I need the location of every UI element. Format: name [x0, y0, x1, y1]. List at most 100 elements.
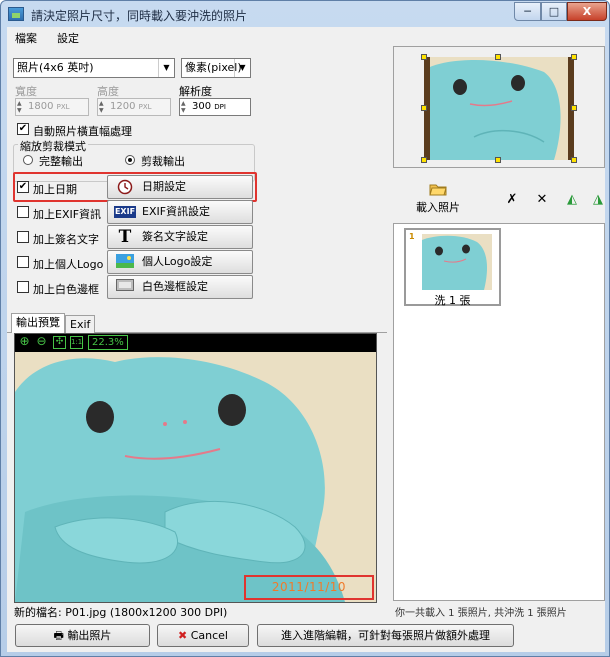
- exif-settings-button[interactable]: EXIF EXIF資訊設定: [107, 200, 253, 224]
- width-spinner[interactable]: ▲ ▼ 1800 PXL: [15, 98, 89, 116]
- height-label: 高度: [97, 85, 119, 98]
- cancel-label: Cancel: [190, 629, 228, 642]
- maximize-button[interactable]: □: [541, 2, 567, 21]
- unit-select[interactable]: 像素(pixel) ▼: [181, 58, 251, 78]
- photo-size-select[interactable]: 照片(4x6 英吋) ▼: [13, 58, 175, 78]
- full-output-label: 完整輸出: [39, 155, 83, 168]
- width-unit: PXL: [56, 103, 70, 111]
- settings-panel: 照片(4x6 英吋) ▼ 像素(pixel) ▼ 寬度 高度 解析度 ▲ ▼ 18…: [7, 46, 387, 306]
- resolution-spinner[interactable]: ▲ ▼ 300 DPI: [179, 98, 251, 116]
- height-spinner[interactable]: ▲ ▼ 1200 PXL: [97, 98, 171, 116]
- crop-handle[interactable]: [421, 157, 427, 163]
- crop-mode-title: 縮放剪裁模式: [18, 138, 88, 154]
- tab-output-preview[interactable]: 輸出預覽: [11, 313, 65, 333]
- fit-icon[interactable]: ✣: [53, 336, 66, 349]
- print-icon: 🖶: [53, 629, 64, 642]
- date-stamp: 2011/11/10 14:21:01: [244, 575, 374, 602]
- crop-preview-image[interactable]: [424, 57, 574, 160]
- add-signature-label: 加上簽名文字: [33, 233, 99, 246]
- height-unit: PXL: [138, 103, 152, 111]
- crop-handle[interactable]: [571, 54, 577, 60]
- height-value: 1200: [110, 101, 136, 112]
- photo-size-value: 照片(4x6 英吋): [17, 61, 94, 74]
- output-preview: ⊕ ⊖ ✣ 1:1 22.3% 2011/11/10: [14, 333, 377, 603]
- spinner-arrows-icon[interactable]: ▲ ▼: [181, 100, 190, 114]
- crop-handle[interactable]: [571, 157, 577, 163]
- load-photos-button[interactable]: 載入照片: [403, 182, 473, 216]
- add-exif-label: 加上EXIF資訊: [33, 208, 102, 221]
- resolution-label: 解析度: [179, 85, 212, 98]
- crop-output-label: 剪裁輸出: [141, 155, 185, 168]
- signature-settings-label: 簽名文字設定: [142, 230, 208, 243]
- client-area: 檔案 設定 照片(4x6 英吋) ▼ 像素(pixel) ▼ 寬度 高度 解析度…: [7, 27, 605, 652]
- add-logo-label: 加上個人Logo: [33, 258, 104, 271]
- crop-handle[interactable]: [495, 157, 501, 163]
- thumbnail-caption: 洗 1 張: [434, 294, 471, 307]
- crop-preview-panel: [393, 46, 605, 168]
- preview-toolbar: ⊕ ⊖ ✣ 1:1 22.3%: [15, 334, 376, 352]
- photo-list: 1 洗 1 張: [393, 223, 605, 601]
- rotate-right-icon[interactable]: ◮: [591, 193, 605, 207]
- chevron-down-icon: ▼: [234, 59, 250, 77]
- add-border-label: 加上白色邊框: [33, 283, 99, 296]
- output-photos-button[interactable]: 🖶 輸出照片: [15, 624, 150, 647]
- add-exif-checkbox[interactable]: [17, 206, 29, 218]
- tab-exif[interactable]: Exif: [65, 315, 96, 333]
- output-photos-label: 輸出照片: [67, 629, 112, 642]
- border-settings-label: 白色邊框設定: [142, 280, 208, 293]
- width-value: 1800: [28, 101, 54, 112]
- menu-file[interactable]: 檔案: [15, 30, 37, 46]
- zoom-out-icon[interactable]: ⊖: [35, 335, 48, 349]
- crop-output-radio[interactable]: [125, 155, 135, 165]
- exif-settings-label: EXIF資訊設定: [142, 205, 211, 218]
- highlight-box: [13, 172, 257, 202]
- resolution-value: 300: [192, 101, 212, 112]
- spinner-arrows-icon[interactable]: ▲ ▼: [17, 100, 26, 114]
- delete-icon[interactable]: ✕: [535, 193, 549, 207]
- advanced-edit-button[interactable]: 進入進階編輯，可針對每張照片做額外處理: [257, 624, 514, 647]
- actual-size-icon[interactable]: 1:1: [70, 336, 83, 349]
- auto-rotate-label: 自動照片橫直幅處理: [33, 125, 132, 138]
- open-folder-icon: [429, 184, 447, 196]
- auto-rotate-checkbox[interactable]: ✔: [17, 123, 29, 135]
- menu-settings[interactable]: 設定: [57, 30, 79, 46]
- close-button[interactable]: X: [567, 2, 607, 21]
- spinner-arrows-icon[interactable]: ▲ ▼: [99, 100, 108, 114]
- border-settings-button[interactable]: 白色邊框設定: [107, 275, 253, 299]
- zoom-level: 22.3%: [88, 335, 128, 350]
- width-label: 寬度: [15, 85, 37, 98]
- full-output-radio[interactable]: [23, 155, 33, 165]
- remove-selected-icon[interactable]: ✗: [505, 193, 519, 207]
- add-logo-checkbox[interactable]: [17, 256, 29, 268]
- zoom-in-icon[interactable]: ⊕: [18, 335, 31, 349]
- logo-icon: [114, 254, 136, 270]
- crop-handle[interactable]: [495, 54, 501, 60]
- minimize-button[interactable]: ─: [514, 2, 541, 21]
- photo-thumbnail[interactable]: 1 洗 1 張: [404, 228, 501, 307]
- menu-bar: 檔案 設定: [7, 27, 605, 46]
- cancel-x-icon: ✖: [178, 629, 188, 642]
- preview-image: 2011/11/10 14:21:01: [15, 352, 376, 602]
- window-title: 請決定照片尺寸，同時載入要沖洗的照片: [31, 9, 248, 23]
- rotate-left-icon[interactable]: ◭: [565, 193, 579, 207]
- crop-handle[interactable]: [421, 54, 427, 60]
- crop-handle[interactable]: [421, 105, 427, 111]
- add-signature-checkbox[interactable]: [17, 231, 29, 243]
- resolution-unit: DPI: [214, 103, 226, 111]
- title-bar[interactable]: 請決定照片尺寸，同時載入要沖洗的照片 ─ □ X: [1, 1, 609, 27]
- load-summary-status: 你一共載入 1 張照片, 共沖洗 1 張照片: [395, 608, 567, 619]
- app-window: 請決定照片尺寸，同時載入要沖洗的照片 ─ □ X 檔案 設定 照片(4x6 英吋…: [0, 0, 610, 657]
- preview-tabs: 輸出預覽 Exif: [7, 313, 387, 333]
- exif-icon: EXIF: [114, 206, 136, 218]
- photo-toolbar: 載入照片 ✗ ✕ ◭ ◮: [393, 177, 605, 221]
- cancel-button[interactable]: ✖ Cancel: [157, 624, 249, 647]
- signature-settings-button[interactable]: T 簽名文字設定: [107, 225, 253, 249]
- thumbnail-image: [422, 234, 492, 290]
- logo-settings-button[interactable]: 個人Logo設定: [107, 250, 253, 274]
- text-icon: T: [118, 227, 132, 247]
- new-filename-status: 新的檔名: P01.jpg (1800x1200 300 DPI): [14, 606, 228, 619]
- logo-settings-label: 個人Logo設定: [142, 255, 213, 268]
- crop-handle[interactable]: [571, 105, 577, 111]
- chevron-down-icon: ▼: [158, 59, 174, 77]
- add-border-checkbox[interactable]: [17, 281, 29, 293]
